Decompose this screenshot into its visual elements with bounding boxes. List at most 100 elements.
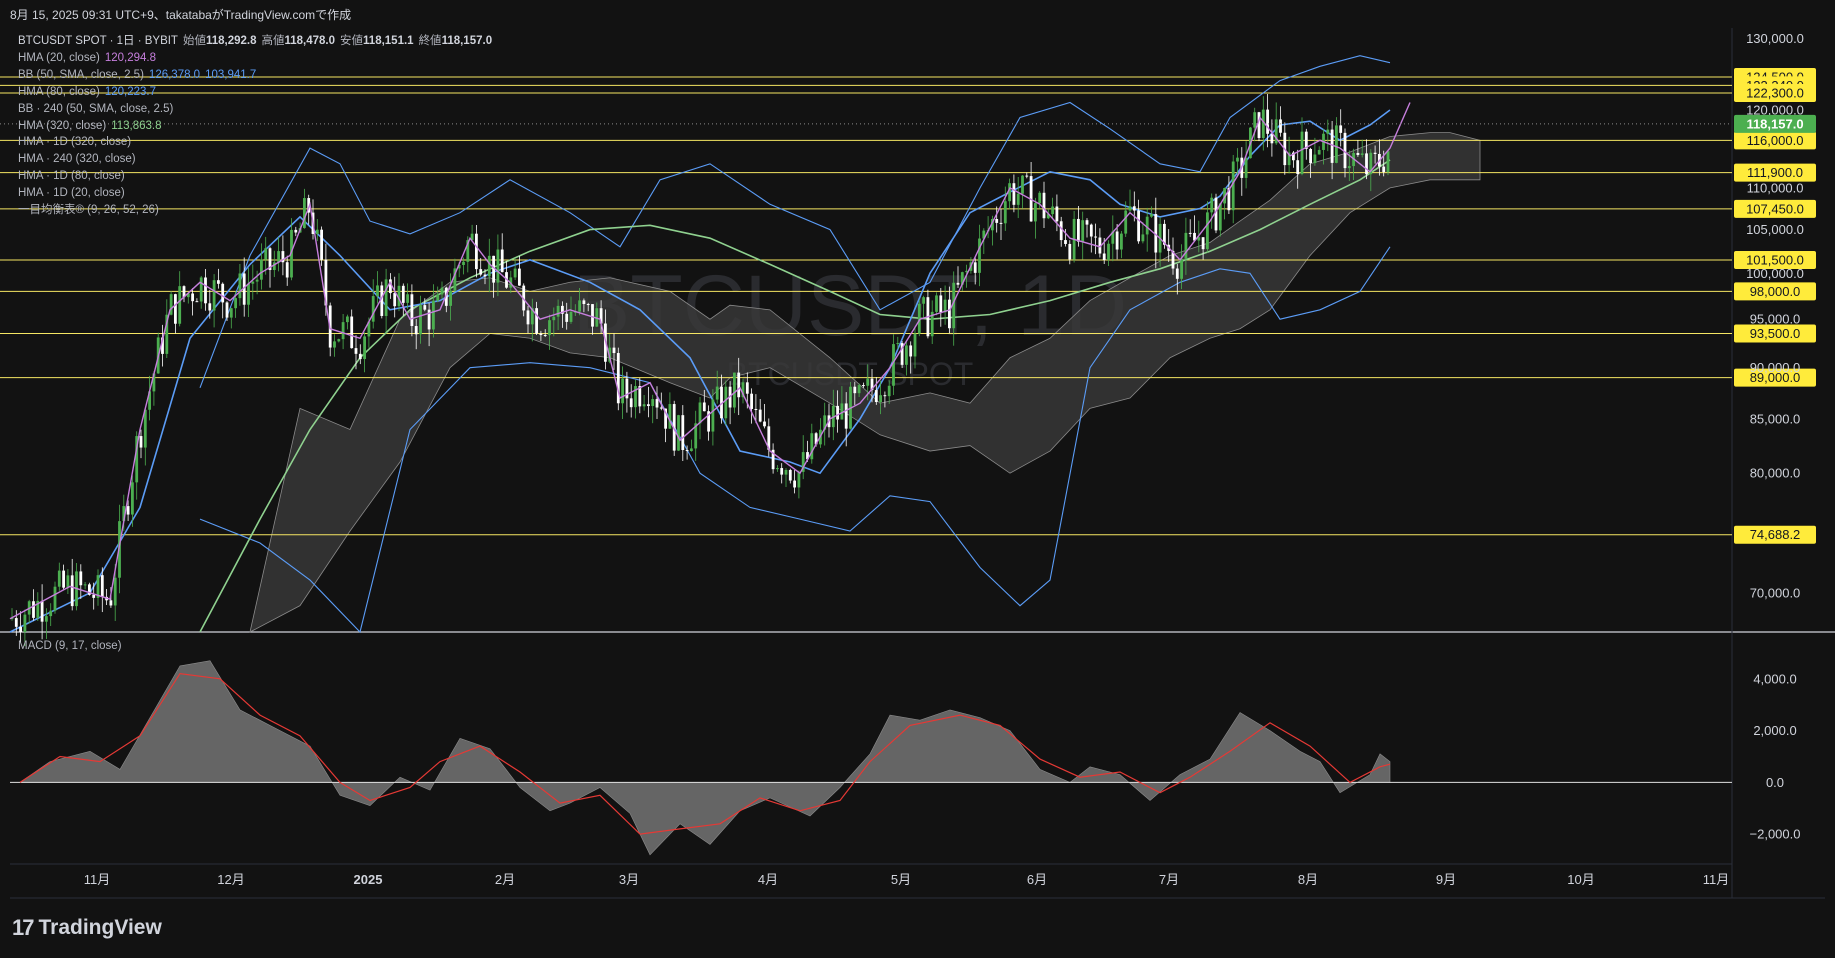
- macd-label[interactable]: MACD (9, 17, close): [18, 640, 122, 652]
- time-axis-tick: 2月: [495, 872, 515, 887]
- high-label: 高値: [261, 35, 285, 47]
- candle-body: [1180, 258, 1183, 279]
- candle-body: [750, 393, 753, 409]
- candle-body: [350, 316, 354, 349]
- candle-body: [414, 326, 418, 335]
- indicator-legend: BTCUSDT SPOT · 1日 · BYBIT 始値118,292.8 高値…: [18, 33, 492, 219]
- tradingview-brand[interactable]: 17 TradingView: [12, 915, 162, 941]
- candle-body: [793, 480, 796, 488]
- price-axis-tick: 105,000.0: [1746, 222, 1804, 237]
- last-price-label: 118,157.0: [1746, 116, 1803, 131]
- legend-row[interactable]: HMA · 1D (320, close): [18, 134, 492, 151]
- legend-row[interactable]: BB (50, SMA, close, 2.5) 126,378.0 103,941…: [18, 67, 492, 84]
- candle-body: [432, 300, 435, 330]
- candle-body: [255, 279, 259, 282]
- legend-row[interactable]: HMA (80, close) 120,223.7: [18, 84, 492, 101]
- legend-row[interactable]: HMA (320, close) 113,863.8: [18, 118, 492, 135]
- candle-body: [1184, 232, 1188, 259]
- candle-body: [677, 415, 680, 451]
- candle-body: [1218, 203, 1222, 231]
- candle-body: [724, 386, 728, 419]
- candle-body: [1038, 192, 1042, 204]
- candle-body: [591, 304, 594, 327]
- candle-body: [1347, 166, 1351, 169]
- candle-body: [66, 575, 70, 588]
- legend-indicator-name: HMA · 240 (320, close): [18, 153, 136, 166]
- candle-body: [582, 300, 586, 305]
- legend-row[interactable]: HMA · 1D (20, close): [18, 185, 492, 202]
- candle-body: [578, 300, 581, 312]
- candle-body: [1102, 253, 1106, 260]
- candle-body: [1077, 218, 1080, 242]
- candle-body: [19, 626, 22, 633]
- level-price-label: 111,900.0: [1747, 165, 1803, 180]
- time-axis-tick: 8月: [1298, 872, 1318, 887]
- candle-body: [999, 222, 1003, 224]
- macd-axis-tick: 2,000.0: [1753, 723, 1796, 738]
- candle-body: [896, 343, 900, 345]
- candle-body: [79, 571, 83, 586]
- candle-body: [277, 251, 280, 263]
- candle-body: [1339, 125, 1343, 133]
- candle-body: [174, 294, 177, 324]
- candle-body: [337, 339, 341, 342]
- candle-body: [715, 386, 719, 400]
- candle-body: [1012, 183, 1016, 205]
- candle-body: [260, 259, 263, 280]
- legend-indicator-value: 126,378.0: [148, 68, 201, 81]
- candle-body: [238, 273, 242, 299]
- candle-body: [621, 378, 624, 404]
- candle-body: [199, 277, 203, 302]
- legend-indicator-name: HMA · 1D (20, close): [18, 187, 125, 200]
- candle-body: [1120, 233, 1123, 250]
- candle-body: [1025, 175, 1029, 177]
- candle-body: [526, 310, 530, 325]
- candle-body: [702, 402, 706, 412]
- candle-body: [973, 262, 977, 273]
- legend-indicator-value: 120,294.8: [104, 51, 156, 64]
- candle-body: [479, 269, 483, 275]
- close-label: 終値: [418, 35, 442, 47]
- candle-body: [612, 347, 616, 354]
- candle-body: [1094, 236, 1097, 238]
- candle-body: [393, 293, 397, 307]
- candle-body: [763, 421, 766, 427]
- legend-row[interactable]: HMA · 240 (320, close): [18, 151, 492, 168]
- legend-row[interactable]: 一目均衡表® (9, 26, 52, 26): [18, 202, 492, 219]
- level-price-label: 93,500.0: [1750, 326, 1801, 341]
- candle-body: [737, 372, 741, 398]
- candle-body: [401, 285, 405, 303]
- legend-indicator-name: HMA (20, close): [18, 51, 100, 64]
- candle-body: [690, 448, 693, 452]
- candle-body: [1356, 152, 1360, 155]
- candle-body: [376, 285, 379, 297]
- candle-body: [1360, 153, 1364, 155]
- legend-row[interactable]: BB · 240 (50, SMA, close, 2.5): [18, 101, 492, 118]
- time-axis-tick: 10月: [1567, 872, 1594, 887]
- symbol-ohlc-row[interactable]: BTCUSDT SPOT · 1日 · BYBIT 始値118,292.8 高値…: [18, 33, 492, 50]
- candle-body: [143, 409, 147, 448]
- candle-body: [406, 294, 409, 303]
- candle-body: [1145, 216, 1149, 235]
- candle-body: [1386, 151, 1390, 173]
- candle-body: [49, 610, 53, 617]
- candle-body: [939, 295, 943, 313]
- candle-body: [797, 471, 801, 488]
- legend-row[interactable]: HMA · 1D (80, close): [18, 168, 492, 185]
- candle-body: [419, 305, 422, 335]
- candle-body: [887, 385, 891, 397]
- macd-axis-tick: −2,000.0: [1750, 827, 1801, 842]
- candle-body: [204, 277, 207, 304]
- candle-body: [569, 311, 573, 322]
- candle-body: [879, 395, 882, 403]
- legend-indicator-name: HMA (80, close): [18, 85, 100, 98]
- level-price-label: 116,000.0: [1747, 133, 1804, 148]
- price-axis-tick: 110,000.0: [1747, 180, 1804, 195]
- candle-body: [487, 255, 491, 277]
- candle-body: [655, 399, 659, 408]
- legend-row[interactable]: HMA (20, close) 120,294.8: [18, 50, 492, 67]
- price-axis-tick: 130,000.0: [1746, 31, 1804, 46]
- candle-body: [711, 399, 715, 432]
- candle-body: [264, 248, 268, 260]
- candle-body: [315, 229, 319, 234]
